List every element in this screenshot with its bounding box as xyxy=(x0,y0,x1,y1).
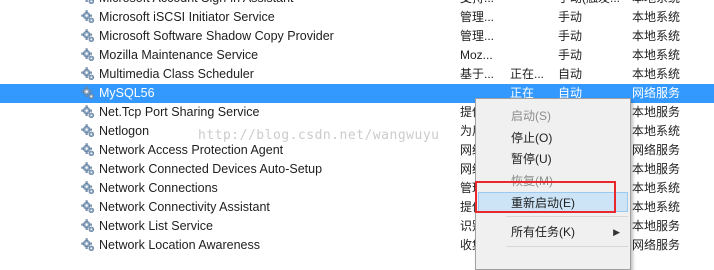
service-logon-as: 本地服务 xyxy=(632,219,681,233)
service-gear-icon xyxy=(81,10,96,25)
service-gear-icon xyxy=(81,86,96,101)
service-status: 正在... xyxy=(510,67,545,81)
submenu-arrow-icon: ▶ xyxy=(613,227,620,237)
service-gear-icon xyxy=(81,200,96,215)
service-logon-as: 本地服务 xyxy=(632,105,681,119)
service-name: Network Connected Devices Auto-Setup xyxy=(99,162,323,176)
service-name: Network Access Protection Agent xyxy=(99,143,284,157)
service-description: 基于... xyxy=(460,67,495,81)
service-gear-icon xyxy=(81,105,96,120)
menu-separator xyxy=(506,216,628,217)
service-logon-as: 网络服务 xyxy=(632,238,681,252)
service-logon-as: 本地系统 xyxy=(632,181,681,195)
menu-item-stop[interactable]: 停止(O) xyxy=(478,128,628,148)
service-name: Network List Service xyxy=(99,219,213,233)
service-gear-icon xyxy=(81,219,96,234)
service-logon-as: 本地系统 xyxy=(632,124,681,138)
service-name: Mozilla Maintenance Service xyxy=(99,48,259,62)
service-name: Microsoft Software Shadow Copy Provider xyxy=(99,29,334,43)
menu-item-stop-label: 停止(O) xyxy=(511,131,553,145)
service-gear-icon xyxy=(81,29,96,44)
service-description: 支持... xyxy=(460,0,506,6)
menu-item-restart-label: 重新启动(E) xyxy=(511,196,575,210)
service-name: Multimedia Class Scheduler xyxy=(99,67,254,81)
menu-item-start-label: 启动(S) xyxy=(511,109,551,123)
service-gear-icon xyxy=(81,0,96,6)
menu-item-restart[interactable]: 重新启动(E) xyxy=(478,192,628,212)
menu-item-pause[interactable]: 暂停(U) xyxy=(478,149,628,169)
menu-item-start[interactable]: 启动(S) xyxy=(478,106,628,126)
menu-item-all-tasks-label: 所有任务(K) xyxy=(511,225,575,239)
service-startup-type: 手动 xyxy=(558,10,583,24)
service-startup-type: 手动 xyxy=(558,48,583,62)
menu-item-resume-label: 恢复(M) xyxy=(511,174,553,188)
menu-separator xyxy=(506,246,628,247)
context-menu: 启动(S) 停止(O) 暂停(U) 恢复(M) 重新启动(E) 所有任务(K) … xyxy=(475,98,631,270)
service-name: Microsoft Account Sign-in Assistant xyxy=(99,0,454,6)
menu-item-pause-label: 暂停(U) xyxy=(511,152,552,166)
service-startup-type: 自动 xyxy=(558,67,583,81)
service-name: Net.Tcp Port Sharing Service xyxy=(99,105,260,119)
service-name: Microsoft iSCSI Initiator Service xyxy=(99,10,275,24)
service-gear-icon xyxy=(81,48,96,63)
service-description: 管理... xyxy=(460,10,495,24)
service-logon-as: 本地系统 xyxy=(632,48,681,62)
service-logon-as: 本地系统 xyxy=(632,67,681,81)
service-description: Moz... xyxy=(460,48,493,62)
service-logon-as: 网络服务 xyxy=(632,143,681,157)
service-description: 管理... xyxy=(460,29,495,43)
service-gear-icon xyxy=(81,162,96,177)
service-name: Network Connections xyxy=(99,181,218,195)
service-row[interactable]: Microsoft Account Sign-in Assistant 支持...… xyxy=(0,0,714,8)
service-gear-icon xyxy=(81,67,96,82)
service-row[interactable]: Microsoft iSCSI Initiator Service 管理... 手动… xyxy=(0,8,714,27)
service-logon-as: 网络服务 xyxy=(632,86,681,100)
service-gear-icon xyxy=(81,238,96,253)
service-row[interactable]: Mozilla Maintenance Service Moz... 手动 本地系统 xyxy=(0,46,714,65)
service-startup-type: 手动 xyxy=(558,29,583,43)
service-logon-as: 本地系统 xyxy=(632,29,681,43)
service-logon-as: 本地系统 xyxy=(632,0,712,6)
service-name: Netlogon xyxy=(99,124,150,138)
service-name: Network Connectivity Assistant xyxy=(99,200,270,214)
service-name: Network Location Awareness xyxy=(99,238,260,252)
menu-item-resume[interactable]: 恢复(M) xyxy=(478,171,628,191)
service-logon-as: 本地服务 xyxy=(632,162,681,176)
service-row[interactable]: Multimedia Class Scheduler 基于... 正在... 自动 本地… xyxy=(0,65,714,84)
service-gear-icon xyxy=(81,143,96,158)
service-name: MySQL56 xyxy=(99,86,155,100)
service-logon-as: 本地系统 xyxy=(632,200,681,214)
service-gear-icon xyxy=(81,124,96,139)
service-gear-icon xyxy=(81,181,96,196)
service-startup-type: 手动(触发... xyxy=(558,0,628,6)
service-row[interactable]: Microsoft Software Shadow Copy Provider 管… xyxy=(0,27,714,46)
service-logon-as: 本地系统 xyxy=(632,10,681,24)
menu-item-all-tasks[interactable]: 所有任务(K) ▶ xyxy=(478,222,628,242)
